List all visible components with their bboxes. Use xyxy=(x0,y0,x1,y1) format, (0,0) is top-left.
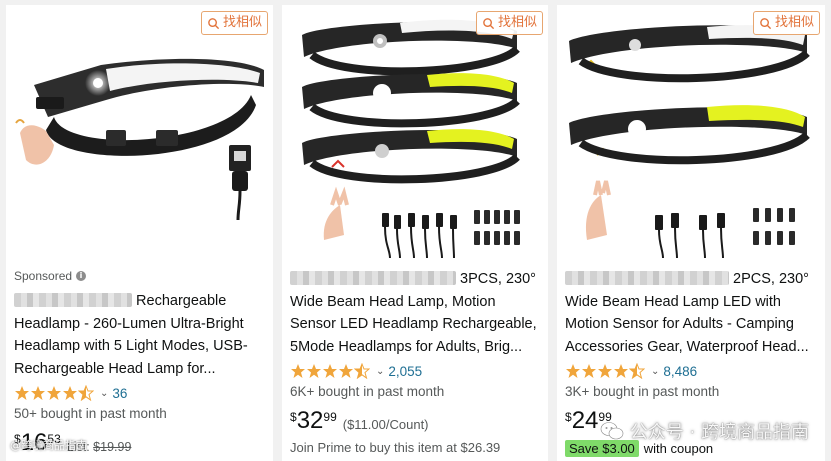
price-row-2[interactable]: $ 32 99 ($11.00/Count) xyxy=(290,407,542,439)
star-full-icon xyxy=(566,364,580,378)
product-info-3: 2PCS, 230° Wide Beam Head Lamp LED with … xyxy=(565,268,819,457)
coupon-row[interactable]: Save $3.00 with coupon xyxy=(565,440,819,457)
star-full-icon xyxy=(63,386,77,400)
rating-row-3[interactable]: ⌄ 8,486 xyxy=(565,361,819,381)
chevron-down-icon[interactable]: ⌄ xyxy=(651,366,659,377)
star-rating xyxy=(565,363,645,379)
review-count[interactable]: 2,055 xyxy=(388,364,422,379)
find-similar-button[interactable]: 找相似 xyxy=(752,11,820,35)
bought-count: 6K+ bought in past month xyxy=(290,384,445,399)
product-image-3[interactable]: 找相似 xyxy=(557,5,825,258)
blurred-brand xyxy=(14,293,132,307)
price-fraction: 53 xyxy=(47,432,61,446)
chevron-down-icon[interactable]: ⌄ xyxy=(100,388,108,399)
review-count[interactable]: 8,486 xyxy=(663,364,697,379)
star-full-icon xyxy=(582,364,596,378)
price-row-3[interactable]: $ 24 99 xyxy=(565,407,819,439)
headlamp-image-1 xyxy=(15,58,264,221)
bought-count: 3K+ bought in past month xyxy=(565,384,720,399)
price-whole: 24 xyxy=(571,407,599,434)
search-icon xyxy=(483,17,495,29)
price-whole: 16 xyxy=(20,429,48,456)
price-per-count: ($11.00/Count) xyxy=(342,417,429,432)
coupon-text: with coupon xyxy=(643,441,714,456)
star-full-icon xyxy=(291,364,305,378)
star-rating xyxy=(290,363,370,379)
review-count[interactable]: 36 xyxy=(112,386,127,401)
star-full-icon xyxy=(614,364,628,378)
product-title-1[interactable]: Rechargeable Headlamp - 260-Lumen Ultra-… xyxy=(14,290,267,380)
find-similar-label: 找相似 xyxy=(497,15,537,30)
product-image-1[interactable]: 找相似 xyxy=(6,5,273,258)
coupon-badge[interactable]: Save $3.00 xyxy=(565,440,639,457)
search-icon xyxy=(760,17,772,29)
product-title-3[interactable]: 2PCS, 230° Wide Beam Head Lamp LED with … xyxy=(565,268,819,358)
search-icon xyxy=(208,17,220,29)
prime-offer: Join Prime to buy this item at $26.39 xyxy=(290,440,501,455)
blurred-brand xyxy=(290,271,456,285)
star-full-icon xyxy=(47,386,61,400)
find-similar-button[interactable]: 找相似 xyxy=(475,11,543,35)
list-price: List: $19.99 xyxy=(66,440,132,454)
sponsored-label[interactable]: Sponsored i xyxy=(14,268,267,284)
product-card-3[interactable]: 找相似 2PCS, 230° Wide Beam Head Lamp LED w… xyxy=(557,5,825,461)
star-half-icon xyxy=(629,363,645,379)
star-full-icon xyxy=(323,364,337,378)
product-info-2: 3PCS, 230° Wide Beam Head Lamp, Motion S… xyxy=(290,268,542,455)
price-whole: 32 xyxy=(296,407,324,434)
chevron-down-icon[interactable]: ⌄ xyxy=(376,366,384,377)
find-similar-label: 找相似 xyxy=(774,15,814,30)
star-half-icon xyxy=(354,363,370,379)
star-full-icon xyxy=(31,386,45,400)
star-full-icon xyxy=(339,364,353,378)
rating-row-2[interactable]: ⌄ 2,055 xyxy=(290,361,542,381)
headlamp-image-3 xyxy=(569,25,810,258)
blurred-brand xyxy=(565,271,729,285)
find-similar-button[interactable]: 找相似 xyxy=(200,11,268,35)
rating-row-1[interactable]: ⌄ 36 xyxy=(14,383,267,403)
product-image-2[interactable]: 找相似 xyxy=(282,5,548,258)
find-similar-label: 找相似 xyxy=(222,15,262,30)
star-rating xyxy=(14,385,94,401)
star-full-icon xyxy=(598,364,612,378)
product-title-2[interactable]: 3PCS, 230° Wide Beam Head Lamp, Motion S… xyxy=(290,268,542,358)
price-fraction: 99 xyxy=(598,410,612,424)
star-full-icon xyxy=(307,364,321,378)
info-icon[interactable]: i xyxy=(76,271,87,281)
product-info-1: Sponsored i Rechargeable Headlamp - 260-… xyxy=(14,268,267,461)
star-full-icon xyxy=(15,386,29,400)
star-half-icon xyxy=(78,385,94,401)
price-row-1[interactable]: $ 16 53 List: $19.99 xyxy=(14,429,267,461)
bought-count: 50+ bought in past month xyxy=(14,406,167,421)
price-fraction: 99 xyxy=(323,410,337,424)
product-card-2[interactable]: 找相似 3PCS, 230° Wide Beam Head Lamp, Moti… xyxy=(282,5,548,461)
headlamp-image-2 xyxy=(302,19,520,258)
product-card-1[interactable]: 找相似 Sponsored i Rechargeable Headlamp - … xyxy=(6,5,273,461)
